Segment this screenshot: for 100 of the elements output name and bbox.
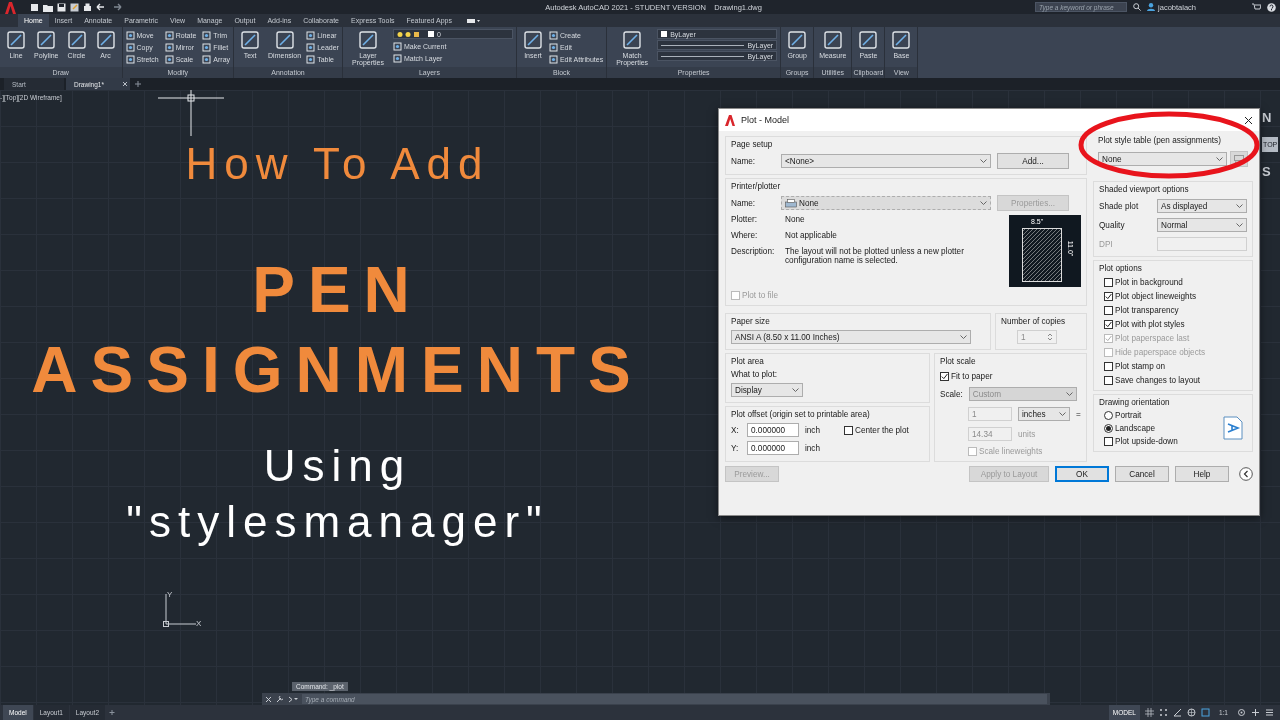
info-label: Plotter: — [731, 215, 758, 224]
close-icon[interactable] — [1244, 115, 1253, 125]
checkbox[interactable] — [1104, 376, 1113, 385]
caret-icon — [980, 200, 987, 206]
angle-icon[interactable] — [1172, 708, 1182, 717]
tool-icon — [125, 30, 135, 40]
tool-icon — [548, 42, 558, 52]
group-title: Plot options — [1099, 264, 1143, 273]
field-label: X: — [731, 425, 740, 435]
checkbox-label: Center the plot — [855, 425, 909, 435]
tool-icon — [521, 29, 544, 51]
tool-icon — [392, 41, 402, 51]
checkbox[interactable] — [1104, 362, 1113, 371]
printer-icon[interactable] — [83, 2, 92, 12]
compass-letter: S — [1262, 164, 1271, 179]
caret-icon — [1236, 222, 1243, 228]
headline-text: ASSIGNMENTS — [31, 333, 644, 408]
close-icon[interactable] — [122, 81, 128, 87]
what-to-plot-dropdown[interactable]: Display — [731, 383, 803, 397]
tool-icon — [5, 29, 27, 51]
save-as-icon[interactable] — [70, 2, 79, 12]
collapse-icon[interactable] — [1239, 467, 1253, 481]
checkbox[interactable] — [1104, 306, 1113, 315]
tool-icon — [356, 29, 379, 51]
checkbox[interactable] — [940, 372, 949, 381]
dpi-field[interactable] — [1157, 237, 1247, 251]
tool-icon — [202, 42, 212, 52]
tool-icon — [306, 30, 316, 40]
panel-toggle-icon[interactable] — [465, 16, 480, 25]
plus-icon[interactable] — [1251, 708, 1260, 717]
search-icon[interactable] — [1133, 3, 1142, 11]
save-icon[interactable] — [57, 2, 66, 12]
group-title: Plot area — [731, 357, 765, 366]
new-file-icon[interactable] — [30, 2, 39, 12]
title-text: "stylesmanager" — [126, 496, 549, 548]
target-icon[interactable] — [1186, 708, 1196, 717]
dialog-button[interactable]: Help — [1175, 466, 1229, 482]
add-button[interactable]: Add... — [997, 153, 1069, 169]
group-title: Shaded viewport options — [1099, 185, 1190, 194]
unit-label: inch — [805, 425, 821, 435]
offset-field[interactable]: 0.000000 — [747, 423, 799, 437]
checkbox-label: Plot transparency — [1115, 306, 1179, 315]
check-icon — [941, 373, 948, 380]
menu-icon[interactable] — [1265, 708, 1274, 717]
undo-icon[interactable] — [96, 2, 107, 12]
check-icon — [1105, 293, 1112, 300]
field-label: Name: — [731, 198, 757, 208]
dialog-button[interactable]: Cancel — [1115, 466, 1169, 482]
group-title: Paper size — [731, 317, 771, 326]
radio-button[interactable] — [1104, 424, 1113, 433]
cart-icon[interactable] — [1252, 3, 1261, 11]
caret-icon — [1236, 203, 1243, 209]
printer-dropdown[interactable]: None — [781, 196, 991, 210]
checkbox-label: Fit to paper — [951, 372, 993, 381]
grid-icon[interactable] — [1144, 708, 1154, 717]
spin-arrows-icon[interactable] — [1047, 332, 1053, 342]
radio-button[interactable] — [1104, 411, 1113, 420]
unit-dropdown[interactable]: inches — [1018, 407, 1070, 421]
checkbox-label: Plot stamp on — [1115, 362, 1166, 371]
redo-icon[interactable] — [111, 2, 122, 12]
group-title: Number of copies — [1001, 317, 1067, 326]
group-title: Plot style table (pen assignments) — [1098, 136, 1222, 145]
checkbox-label: Plot in background — [1115, 278, 1183, 287]
square-icon[interactable] — [1200, 708, 1210, 717]
tool-icon — [548, 30, 558, 40]
field-label: DPI — [1099, 239, 1114, 249]
paper-size-dropdown[interactable]: ANSI A (8.50 x 11.00 Inches) — [731, 330, 971, 344]
info-value: None — [785, 215, 806, 224]
checkbox-label: Plot with plot styles — [1115, 320, 1185, 329]
page-setup-dropdown[interactable]: <None> — [781, 154, 991, 168]
dialog-button[interactable]: OK — [1055, 466, 1109, 482]
tool-icon — [164, 42, 174, 52]
shade-plot-dropdown[interactable]: As displayed — [1157, 199, 1247, 213]
wrench-icon[interactable] — [276, 695, 284, 703]
autocad-logo-icon — [725, 114, 735, 126]
table-icon — [1234, 154, 1244, 164]
snap-icon[interactable] — [1158, 708, 1168, 717]
axis-label: Y — [167, 590, 173, 599]
prompt-icon[interactable] — [288, 695, 298, 703]
field-label: Name: — [731, 156, 757, 166]
quality-dropdown[interactable]: Normal — [1157, 218, 1247, 232]
tool-icon — [273, 29, 296, 51]
folder-icon[interactable] — [43, 2, 53, 12]
tool-icon — [65, 29, 88, 51]
checkbox[interactable] — [1104, 292, 1113, 301]
help-icon[interactable] — [1267, 2, 1276, 12]
plot-style-dropdown[interactable]: None — [1098, 152, 1227, 166]
tool-icon — [786, 29, 809, 51]
info-value: The layout will not be plotted unless a new plotter configuration name is selected. — [785, 247, 965, 265]
autocad-logo-icon[interactable] — [4, 0, 16, 14]
checkbox[interactable] — [1104, 278, 1113, 287]
checkbox[interactable] — [844, 425, 854, 435]
checkbox[interactable] — [1104, 320, 1113, 329]
checkbox[interactable] — [1104, 437, 1113, 446]
plus-icon[interactable] — [132, 78, 144, 90]
info-label: Description: — [731, 247, 776, 258]
info-label: Where: — [731, 231, 759, 240]
crosshair-cursor-icon — [158, 90, 224, 136]
caret-icon — [960, 334, 967, 340]
offset-field[interactable]: 0.000000 — [747, 441, 799, 455]
